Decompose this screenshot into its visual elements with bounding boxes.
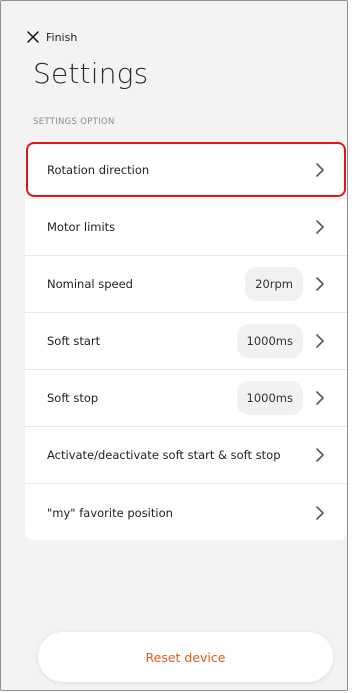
settings-item-value: 20rpm [245, 267, 303, 301]
settings-item-label: Rotation direction [47, 163, 150, 177]
settings-list: Rotation direction Motor limits Nominal … [25, 142, 347, 540]
chevron-right-icon [315, 219, 325, 235]
reset-device-button[interactable]: Reset device [38, 632, 333, 682]
settings-item-activate-soft-start-stop[interactable]: Activate/deactivate soft start & soft st… [25, 427, 347, 484]
chevron-right-icon [315, 390, 325, 406]
settings-item-soft-start[interactable]: Soft start 1000ms [25, 313, 347, 370]
finish-label: Finish [46, 30, 78, 44]
settings-item-favorite-position[interactable]: "my" favorite position [25, 484, 347, 541]
settings-item-label: Activate/deactivate soft start & soft st… [47, 448, 281, 462]
chevron-right-icon [315, 447, 325, 463]
settings-item-motor-limits[interactable]: Motor limits [25, 199, 347, 256]
close-icon [27, 31, 39, 43]
settings-item-rotation-direction[interactable]: Rotation direction [25, 142, 347, 199]
section-label: SETTINGS OPTION [33, 117, 115, 127]
settings-item-soft-stop[interactable]: Soft stop 1000ms [25, 370, 347, 427]
chevron-right-icon [315, 276, 325, 292]
settings-item-label: Soft stop [47, 391, 99, 405]
settings-item-label: Motor limits [47, 220, 116, 234]
settings-item-label: Soft start [47, 334, 101, 348]
chevron-right-icon [315, 333, 325, 349]
settings-item-value: 1000ms [236, 381, 303, 415]
page-title: Settings [33, 57, 149, 90]
reset-device-label: Reset device [145, 649, 226, 665]
settings-item-value: 1000ms [236, 324, 303, 358]
chevron-right-icon [315, 162, 325, 178]
finish-button[interactable]: Finish [27, 28, 77, 46]
chevron-right-icon [315, 505, 325, 521]
settings-item-label: Nominal speed [47, 277, 133, 291]
settings-screen: Finish Settings SETTINGS OPTION Rotation… [0, 0, 348, 691]
settings-item-label: "my" favorite position [47, 505, 173, 520]
settings-item-nominal-speed[interactable]: Nominal speed 20rpm [25, 256, 347, 313]
